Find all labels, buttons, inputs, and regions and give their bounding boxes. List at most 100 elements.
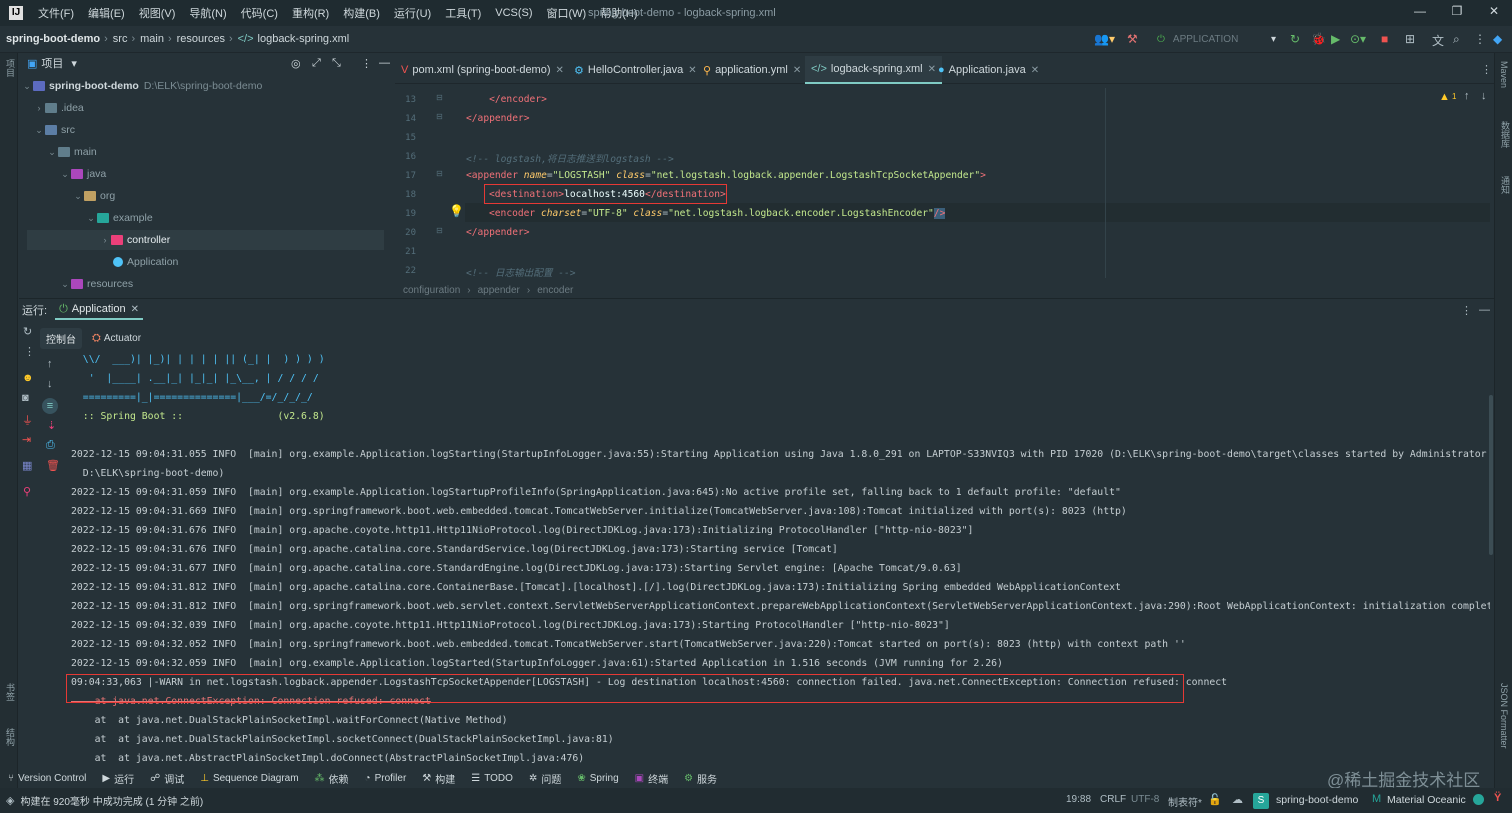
tree-node-controller[interactable]: › controller: [27, 230, 384, 250]
tree-node-resources[interactable]: ⌄ resources: [59, 274, 133, 294]
crumb-configuration[interactable]: configuration: [403, 285, 460, 296]
more-icon[interactable]: ⋮: [24, 345, 35, 358]
tab-logback-spring[interactable]: </> logback-spring.xml ✕: [805, 56, 942, 84]
tab-pom-xml[interactable]: V pom.xml (spring-boot-demo) ✕: [395, 56, 570, 84]
tab-console[interactable]: 控制台: [40, 327, 82, 349]
menu-refactor[interactable]: 重构(R): [285, 5, 336, 21]
locate-icon[interactable]: ◎: [291, 57, 301, 70]
menu-tools[interactable]: 工具(T): [438, 5, 488, 21]
maven-tool-label[interactable]: Maven: [1499, 61, 1509, 88]
rerun-icon[interactable]: ↻: [23, 325, 32, 338]
translate-icon[interactable]: 文: [1432, 32, 1444, 49]
breadcrumb-resources[interactable]: resources: [177, 33, 225, 45]
breadcrumb-src[interactable]: src: [113, 33, 128, 45]
json-formatter-tool-label[interactable]: JSON Formatter: [1499, 683, 1509, 749]
expand-all-icon[interactable]: ⤢: [312, 57, 321, 70]
cursor-position[interactable]: 19:88: [1066, 794, 1091, 805]
rerun-icon[interactable]: ↻: [1290, 32, 1300, 46]
tool-profiler[interactable]: ◔ Profiler: [365, 773, 407, 784]
close-icon[interactable]: ✕: [1031, 65, 1039, 76]
tree-node-java[interactable]: ⌄ java: [59, 164, 106, 184]
collapse-all-icon[interactable]: ⤡: [332, 57, 341, 70]
console-scrollbar[interactable]: [1489, 395, 1493, 555]
more-icon[interactable]: ⋮: [1474, 32, 1486, 46]
plugin-icon[interactable]: ◆: [1493, 32, 1502, 46]
arrow-down-icon[interactable]: ↓: [47, 378, 53, 390]
menu-vcs[interactable]: VCS(S): [488, 7, 539, 19]
stop-icon[interactable]: ■: [1381, 32, 1388, 46]
layout-icon[interactable]: ▦: [22, 459, 32, 472]
fold-icon[interactable]: ⊟: [436, 112, 443, 121]
camera-icon[interactable]: ◙: [22, 392, 29, 404]
plug-icon[interactable]: ⏚: [22, 412, 33, 428]
tool-build[interactable]: ⚒ 构建: [422, 771, 455, 786]
print-icon[interactable]: ⎙: [46, 439, 55, 452]
lightbulb-icon[interactable]: 💡: [449, 204, 464, 218]
arrow-down-icon[interactable]: ↓: [1481, 90, 1487, 102]
project-tool-label[interactable]: 项目: [4, 59, 17, 77]
arrow-up-icon[interactable]: ↑: [1464, 90, 1470, 102]
hide-icon[interactable]: —: [1479, 304, 1490, 316]
theme-status-icon[interactable]: [1473, 794, 1484, 805]
tool-problems[interactable]: ✲ 问题: [529, 771, 561, 786]
memory-icon[interactable]: ☁: [1232, 793, 1243, 806]
tool-sequence-diagram[interactable]: ⊥ Sequence Diagram: [200, 773, 298, 784]
options-icon[interactable]: ⋮: [361, 57, 372, 70]
menu-build[interactable]: 构建(B): [336, 5, 387, 21]
tool-todo[interactable]: ☰ TODO: [471, 773, 513, 784]
close-icon[interactable]: ✕: [793, 65, 801, 76]
run-icon[interactable]: ▶: [1331, 32, 1340, 46]
exit-icon[interactable]: ⇥: [22, 433, 31, 446]
debug-icon[interactable]: 🐞: [1311, 32, 1326, 46]
soft-wrap-icon[interactable]: ≡: [42, 398, 58, 414]
menu-code[interactable]: 代码(C): [234, 5, 285, 21]
status-theme[interactable]: Material Oceanic: [1387, 794, 1466, 806]
menu-navigate[interactable]: 导航(N): [182, 5, 233, 21]
tool-debug[interactable]: ☍ 调试: [150, 771, 184, 786]
log-icon[interactable]: ☻: [22, 372, 34, 384]
indent-setting[interactable]: 制表符*: [1168, 794, 1202, 809]
close-icon[interactable]: ✕: [688, 65, 696, 76]
run-tab-application[interactable]: ⏻ Application ✕: [55, 300, 143, 320]
tool-terminal[interactable]: ▣ 终端: [635, 771, 668, 786]
close-icon[interactable]: ✕: [556, 65, 564, 76]
file-encoding[interactable]: UTF-8: [1131, 794, 1159, 805]
status-message[interactable]: 构建在 920毫秒 中成功完成 (1 分钟 之前): [20, 793, 203, 808]
breadcrumb-main[interactable]: main: [140, 33, 164, 45]
menu-window[interactable]: 窗口(W): [540, 5, 594, 21]
user-icon[interactable]: 👥▾: [1094, 32, 1115, 46]
tool-version-control[interactable]: ⑂ Version Control: [8, 773, 86, 784]
tree-node-example[interactable]: ⌄ example: [85, 208, 152, 228]
tree-node-org[interactable]: ⌄ org: [72, 186, 115, 206]
tab-application-yml[interactable]: ⚲ application.yml ✕: [697, 56, 807, 84]
tree-node-root[interactable]: ⌄ spring-boot-demo D:\ELK\spring-boot-de…: [21, 76, 386, 96]
coverage-icon[interactable]: ⊙▾: [1350, 32, 1366, 46]
tab-actuator[interactable]: Actuator: [104, 333, 141, 344]
menu-run[interactable]: 运行(U): [387, 5, 438, 21]
crumb-appender[interactable]: appender: [478, 285, 520, 296]
line-separator[interactable]: CRLF: [1100, 794, 1126, 805]
tool-dependencies[interactable]: ⁂ 依赖: [315, 771, 349, 786]
database-tool-label[interactable]: 数据库: [1499, 121, 1512, 148]
fold-icon[interactable]: ⊟: [436, 93, 443, 102]
tree-node-application[interactable]: Application: [113, 252, 178, 272]
fold-icon[interactable]: ⊟: [436, 226, 443, 235]
tree-node-idea[interactable]: › .idea: [33, 98, 84, 118]
run-config-selector[interactable]: ⏻ APPLICATION ▾: [1153, 30, 1280, 49]
chevron-down-icon[interactable]: ▾: [71, 57, 77, 70]
project-structure-icon[interactable]: ⊞: [1405, 32, 1415, 46]
menu-file[interactable]: 文件(F): [31, 5, 81, 21]
options-icon[interactable]: ⋮: [1461, 304, 1472, 317]
plugin-status-icon[interactable]: Ÿ: [1494, 792, 1501, 804]
status-project[interactable]: spring-boot-demo: [1276, 794, 1358, 806]
pin-icon[interactable]: ⚲: [23, 485, 31, 498]
crumb-encoder[interactable]: encoder: [537, 285, 573, 296]
fold-icon[interactable]: ⊟: [436, 169, 443, 178]
hide-icon[interactable]: —: [379, 57, 390, 69]
menu-view[interactable]: 视图(V): [132, 5, 183, 21]
warning-icon[interactable]: ▲: [1439, 91, 1450, 103]
scroll-end-icon[interactable]: ⇣: [47, 419, 56, 432]
trash-icon[interactable]: 🗑: [46, 459, 60, 472]
tree-node-src[interactable]: ⌄ src: [33, 120, 75, 140]
breadcrumb-file[interactable]: logback-spring.xml: [258, 33, 350, 45]
